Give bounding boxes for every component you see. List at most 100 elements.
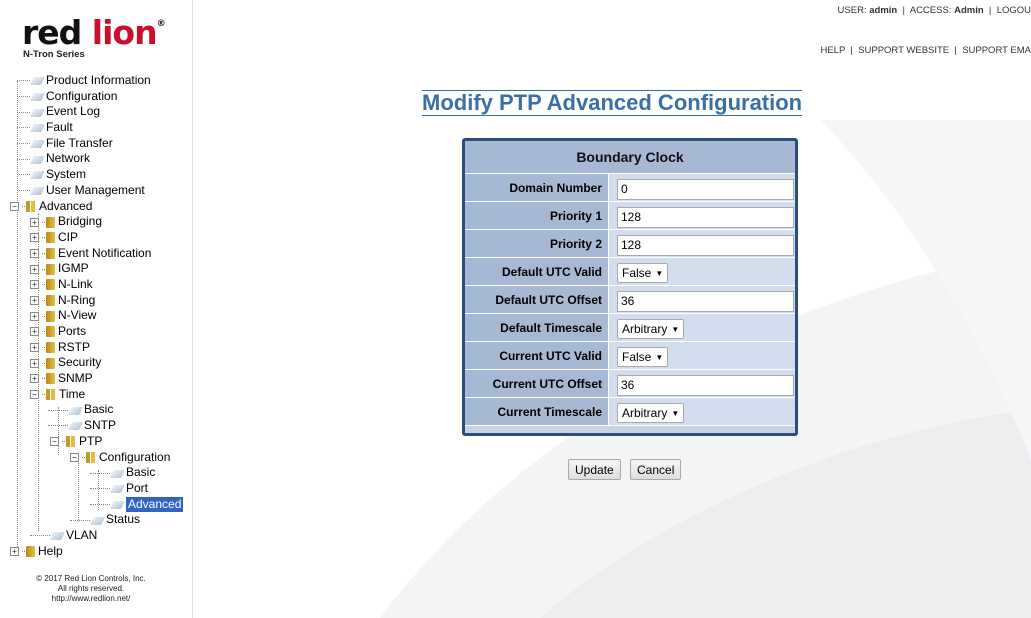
page-icon	[51, 530, 64, 541]
nav-fault[interactable]: Fault	[10, 120, 183, 136]
current-utc-valid-select[interactable]: False ▼	[617, 347, 669, 367]
help-link[interactable]: HELP	[820, 45, 845, 56]
default-utc-valid-select[interactable]: False ▼	[617, 263, 669, 283]
expand-icon[interactable]: +	[30, 264, 39, 274]
nav-snmp[interactable]: + SNMP	[10, 371, 183, 387]
dropdown-arrow-icon: ▼	[671, 409, 680, 418]
nav-ptp-status[interactable]: Status	[10, 512, 183, 528]
nav-sntp[interactable]: SNTP	[10, 418, 183, 434]
collapse-icon[interactable]: −	[30, 390, 39, 400]
priority2-input[interactable]	[617, 234, 794, 256]
update-button[interactable]: Update	[568, 459, 621, 480]
expand-icon[interactable]: +	[30, 374, 39, 384]
expand-icon[interactable]: +	[10, 546, 19, 556]
nav-event-notification[interactable]: + Event Notification	[10, 246, 183, 262]
nav-bridging[interactable]: + Bridging	[10, 214, 183, 230]
nav-ports[interactable]: + Ports	[10, 324, 183, 340]
nav-ptp-port[interactable]: Port	[10, 481, 183, 497]
support-website-link[interactable]: SUPPORT WEBSITE	[858, 45, 949, 56]
folder-icon	[46, 279, 55, 291]
folder-icon	[46, 326, 55, 338]
nav-ptp-advanced[interactable]: Advanced	[10, 496, 184, 513]
folder-icon	[26, 545, 35, 557]
nav-ptp[interactable]: − PTP	[10, 434, 183, 450]
folder-icon	[46, 216, 55, 228]
nav-user-management[interactable]: User Management	[10, 183, 183, 199]
folder-icon	[46, 247, 55, 259]
nav-vlan[interactable]: VLAN	[10, 528, 183, 544]
redlion-url-link[interactable]: http://www.redlion.net/	[0, 594, 182, 604]
nav-time[interactable]: − Time	[10, 387, 183, 403]
expand-icon[interactable]: +	[30, 311, 39, 321]
domain-number-label: Domain Number	[465, 173, 609, 202]
expand-icon[interactable]: +	[30, 233, 39, 243]
nav-cip[interactable]: + CIP	[10, 230, 183, 246]
priority1-label: Priority 1	[465, 201, 609, 230]
folder-icon	[46, 357, 55, 369]
nav-network[interactable]: Network	[10, 151, 183, 167]
navigation-frame: red lion® N-Tron Series Product Informat…	[0, 0, 193, 618]
domain-number-input[interactable]	[617, 178, 794, 200]
page-icon	[111, 468, 124, 479]
nav-n-ring[interactable]: + N-Ring	[10, 293, 183, 309]
open-folder-icon	[66, 436, 76, 448]
nav-system[interactable]: System	[10, 167, 183, 183]
open-folder-icon	[26, 200, 36, 212]
collapse-icon[interactable]: −	[50, 437, 59, 447]
page-icon	[91, 515, 104, 526]
table-row: Default Timescale Arbitrary ▼	[465, 313, 795, 342]
current-timescale-select[interactable]: Arbitrary ▼	[617, 403, 685, 423]
expand-icon[interactable]: +	[30, 327, 39, 337]
nav-time-basic[interactable]: Basic	[10, 402, 183, 418]
collapse-icon[interactable]: −	[70, 452, 79, 462]
open-folder-icon	[46, 389, 56, 401]
current-utc-valid-label: Current UTC Valid	[465, 341, 609, 370]
priority1-input[interactable]	[617, 206, 794, 228]
nav-rstp[interactable]: + RSTP	[10, 340, 183, 356]
table-row: Current Timescale Arbitrary ▼	[465, 397, 795, 426]
nav-igmp[interactable]: + IGMP	[10, 261, 183, 277]
nav-ptp-configuration[interactable]: − Configuration	[10, 450, 183, 466]
collapse-icon[interactable]: −	[10, 201, 19, 211]
nav-security[interactable]: + Security	[10, 355, 183, 371]
default-timescale-select[interactable]: Arbitrary ▼	[617, 319, 685, 339]
page-icon	[31, 185, 44, 196]
nav-ptp-basic[interactable]: Basic	[10, 465, 183, 481]
page-icon	[69, 420, 82, 431]
expand-icon[interactable]: +	[30, 343, 39, 353]
current-utc-offset-input[interactable]	[617, 374, 794, 396]
page-icon	[31, 107, 44, 118]
nav-advanced[interactable]: − Advanced	[10, 199, 183, 215]
nav-event-log[interactable]: Event Log	[10, 104, 183, 120]
cancel-button[interactable]: Cancel	[630, 459, 682, 480]
expand-icon[interactable]: +	[30, 358, 39, 368]
nav-file-transfer[interactable]: File Transfer	[10, 136, 183, 152]
table-row: Default UTC Offset	[465, 285, 795, 314]
expand-icon[interactable]: +	[30, 295, 39, 305]
expand-icon[interactable]: +	[30, 280, 39, 290]
support-email-link[interactable]: SUPPORT EMA	[962, 45, 1031, 56]
default-utc-offset-input[interactable]	[617, 290, 794, 312]
folder-icon	[46, 373, 55, 385]
page-title: Modify PTP Advanced Configuration	[422, 90, 803, 116]
table-row: Current UTC Offset	[465, 369, 795, 398]
boundary-clock-panel: Boundary Clock Domain Number Priority 1 …	[462, 138, 798, 436]
nav-configuration[interactable]: Configuration	[10, 89, 183, 105]
folder-icon	[46, 294, 55, 306]
logout-link[interactable]: LOGOU	[997, 5, 1031, 16]
page-icon	[31, 122, 44, 133]
default-timescale-label: Default Timescale	[465, 313, 609, 342]
expand-icon[interactable]: +	[30, 217, 39, 227]
nav-help[interactable]: + Help	[10, 544, 183, 560]
red-lion-logo: red lion® N-Tron Series	[22, 13, 166, 60]
nav-product-information[interactable]: Product Information	[10, 73, 183, 89]
nav-n-link[interactable]: + N-Link	[10, 277, 183, 293]
folder-icon	[46, 342, 55, 354]
open-folder-icon	[86, 451, 96, 463]
expand-icon[interactable]: +	[30, 248, 39, 258]
nav-n-view[interactable]: + N-View	[10, 308, 183, 324]
dropdown-arrow-icon: ▼	[655, 353, 664, 362]
current-timescale-label: Current Timescale	[465, 397, 609, 426]
support-links: HELP | SUPPORT WEBSITE | SUPPORT EMA	[820, 45, 1031, 56]
user-info-bar: USER: admin | ACCESS: Admin | LOGOU	[837, 5, 1031, 16]
